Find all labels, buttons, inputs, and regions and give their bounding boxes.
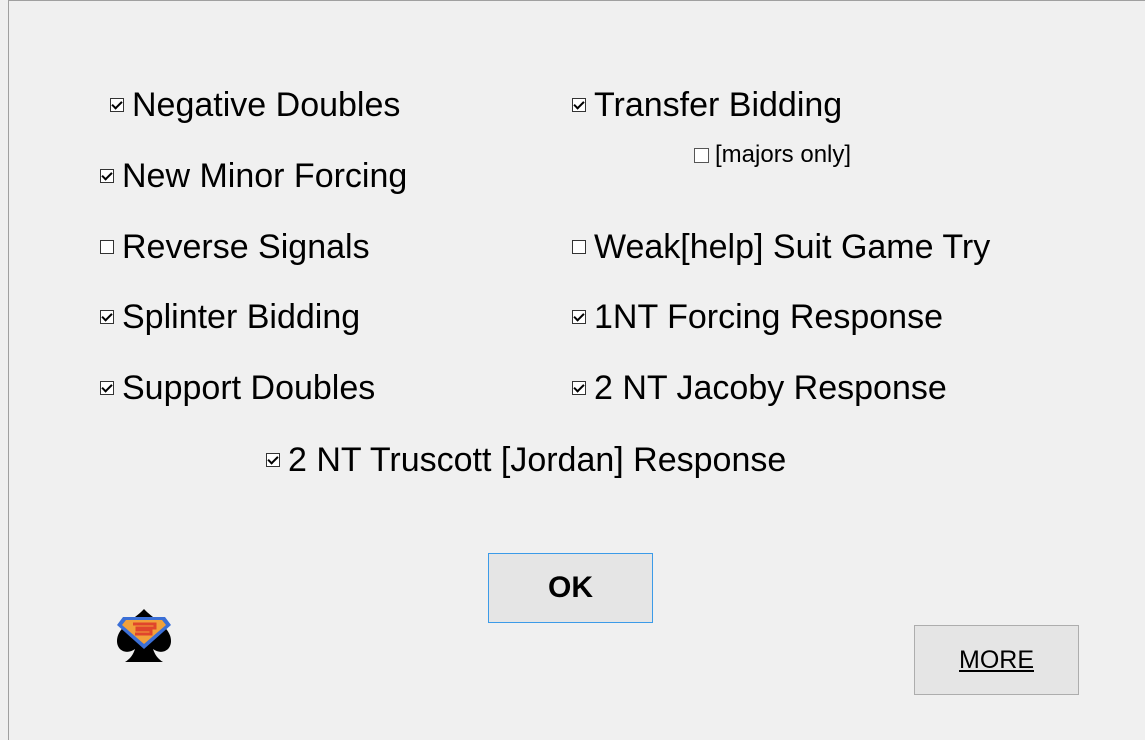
option-label: Negative Doubles: [132, 86, 401, 124]
transfer-bidding-checkbox[interactable]: [572, 98, 586, 112]
option-1nt-forcing-response[interactable]: 1NT Forcing Response: [572, 297, 943, 337]
1nt-forcing-response-checkbox[interactable]: [572, 310, 586, 324]
new-minor-forcing-checkbox[interactable]: [100, 169, 114, 183]
dialog-window: Negative Doubles Transfer Bidding [major…: [8, 0, 1145, 740]
superman-spade-icon: [117, 609, 171, 662]
2nt-jacoby-response-checkbox[interactable]: [572, 381, 586, 395]
splinter-bidding-checkbox[interactable]: [100, 310, 114, 324]
option-label: 2 NT Jacoby Response: [594, 369, 947, 407]
negative-doubles-checkbox[interactable]: [110, 98, 124, 112]
option-label: 1NT Forcing Response: [594, 298, 943, 336]
ok-button[interactable]: OK: [488, 553, 653, 623]
reverse-signals-checkbox[interactable]: [100, 240, 114, 254]
option-new-minor-forcing[interactable]: New Minor Forcing: [100, 156, 407, 196]
option-reverse-signals[interactable]: Reverse Signals: [100, 227, 370, 267]
option-label: Splinter Bidding: [122, 298, 361, 336]
majors-only-checkbox[interactable]: [694, 147, 709, 163]
option-2nt-jacoby-response[interactable]: 2 NT Jacoby Response: [572, 368, 947, 408]
option-label: [majors only]: [715, 141, 852, 168]
more-button[interactable]: MORE: [914, 625, 1079, 695]
option-weak-help-suit-game-try[interactable]: Weak[help] Suit Game Try: [572, 227, 990, 267]
weak-help-suit-game-try-checkbox[interactable]: [572, 240, 586, 254]
support-doubles-checkbox[interactable]: [100, 381, 114, 395]
option-label: Support Doubles: [122, 369, 376, 407]
option-label: 2 NT Truscott [Jordan] Response: [288, 441, 787, 479]
option-label: Weak[help] Suit Game Try: [594, 228, 991, 266]
option-label: Reverse Signals: [122, 228, 370, 266]
2nt-truscott-response-checkbox[interactable]: [266, 453, 280, 467]
option-splinter-bidding[interactable]: Splinter Bidding: [100, 297, 360, 337]
option-label: Transfer Bidding: [594, 86, 843, 124]
option-2nt-truscott-response[interactable]: 2 NT Truscott [Jordan] Response: [266, 440, 786, 480]
option-support-doubles[interactable]: Support Doubles: [100, 368, 375, 408]
option-majors-only[interactable]: [majors only]: [694, 141, 851, 169]
option-transfer-bidding[interactable]: Transfer Bidding: [572, 85, 842, 125]
option-label: New Minor Forcing: [122, 157, 408, 195]
option-negative-doubles[interactable]: Negative Doubles: [110, 85, 400, 125]
